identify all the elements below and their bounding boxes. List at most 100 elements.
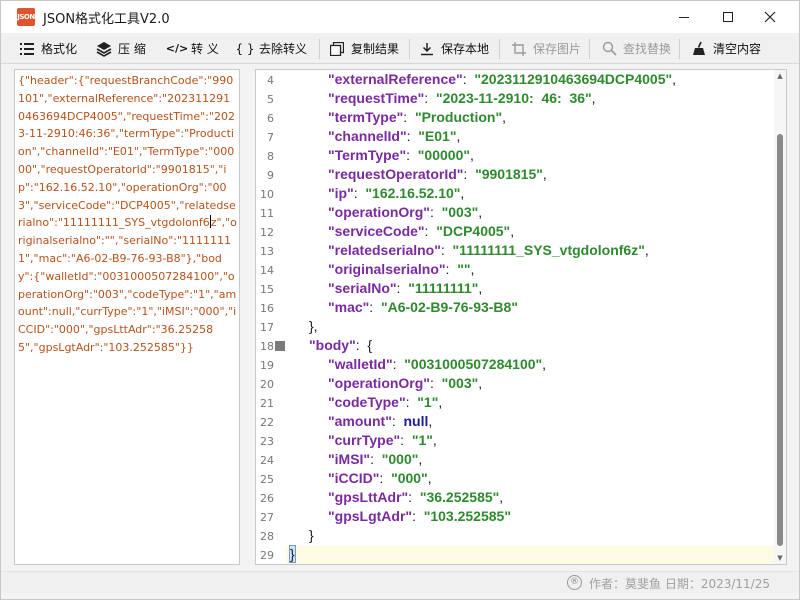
scroll-down-arrow-icon[interactable]: ▼ [774, 552, 786, 564]
line-number: 14 [260, 264, 274, 277]
scroll-up-arrow-icon[interactable]: ▲ [774, 70, 786, 82]
comma: , [542, 356, 547, 372]
clear-content-button[interactable]: 清空内容 [691, 37, 761, 60]
toolbar-separator [499, 39, 500, 59]
colon: : [379, 470, 392, 486]
comma: , [591, 90, 596, 106]
colon: : [462, 71, 475, 87]
line-number: 16 [260, 302, 274, 315]
line-number: 25 [260, 473, 274, 486]
code-line: "mac": "A6-02-B9-76-93-B8" [328, 299, 518, 318]
json-value: "DCP4005" [436, 223, 511, 239]
code-line: "ip": "162.16.52.10", [328, 185, 464, 204]
registered-icon: ® [567, 575, 582, 590]
json-value: "1" [417, 394, 439, 410]
maximize-button[interactable] [705, 1, 751, 33]
unescape-button[interactable]: { } 去除转义 [235, 37, 308, 60]
download-icon [419, 41, 435, 57]
window-title: JSON格式化工具V2.0 [43, 12, 170, 27]
find-replace-button[interactable]: 查找替换 [601, 37, 671, 60]
json-key: "body" [309, 337, 356, 353]
code-line: "amount": null, [328, 413, 432, 432]
line-number: 23 [260, 435, 274, 448]
toolbar-separator [319, 39, 320, 59]
minimize-button[interactable] [661, 1, 707, 33]
json-key: "operationOrg" [328, 375, 430, 391]
list-icon [19, 41, 35, 57]
code-line: "currType": "1", [328, 432, 437, 451]
clear-content-label: 清空内容 [713, 42, 762, 56]
json-value: "36.252585" [419, 489, 500, 505]
save-local-button[interactable]: 保存本地 [419, 37, 489, 60]
colon: : [400, 432, 412, 448]
comma: , [510, 223, 515, 239]
raw-json-text-after-caret: z","originalserialno":"","serialNo":"111… [18, 216, 237, 354]
colon: : [445, 261, 458, 277]
line-number: 24 [260, 454, 274, 467]
line-number: 7 [267, 131, 274, 144]
vertical-scrollbar[interactable]: ▲ ▼ [774, 70, 786, 564]
json-value: { [367, 337, 373, 353]
colon: : [406, 128, 419, 144]
comma: , [470, 261, 475, 277]
unescape-label: 去除转义 [259, 42, 308, 56]
minimize-icon [679, 16, 689, 18]
copy-result-button[interactable]: 复制结果 [329, 37, 399, 60]
save-image-button[interactable]: 保存图片 [511, 37, 581, 60]
line-number: 20 [260, 378, 274, 391]
scrollbar-thumb[interactable] [777, 134, 783, 546]
comma: , [428, 413, 433, 429]
line-number: 10 [260, 188, 274, 201]
app-window: JSON JSON格式化工具V2.0 格式化 压 缩 </> 转 义 { } 去… [0, 0, 800, 600]
code-line: "channelId": "E01", [328, 128, 460, 147]
toolbar-separator [589, 39, 590, 59]
colon: : [412, 508, 424, 524]
colon: : [392, 356, 405, 372]
copy-icon [329, 41, 345, 57]
line-number: 5 [267, 93, 274, 106]
json-key: "channelId" [328, 128, 407, 144]
json-value: "00000" [417, 147, 470, 163]
format-button[interactable]: 格式化 [19, 37, 77, 60]
comma: , [460, 185, 465, 201]
json-key: "amount" [328, 413, 392, 429]
raw-json-input[interactable]: {"header":{"requestBranchCode":"990101",… [14, 69, 240, 565]
line-number: 22 [260, 416, 274, 429]
json-value: "0031000507284100" [404, 356, 543, 372]
json-value: "1" [411, 432, 433, 448]
fold-marker-icon[interactable] [275, 341, 285, 351]
colon: : [405, 394, 418, 410]
app-logo-icon: JSON [17, 8, 35, 26]
colon: : [406, 147, 418, 163]
json-key: "operationOrg" [328, 204, 430, 220]
json-value: "A6-02-B9-76-93-B8" [380, 299, 518, 315]
line-number: 28 [260, 530, 274, 543]
json-key: "ip" [328, 185, 354, 201]
json-key: "gpsLttAdr" [328, 489, 409, 505]
json-key: "externalReference" [328, 71, 463, 87]
code-line: "externalReference": "2023112910463694DC… [328, 71, 676, 90]
compress-label: 压 缩 [118, 42, 146, 56]
code-line: }, [309, 318, 318, 337]
colon: : [429, 204, 442, 220]
formatted-json-editor[interactable]: 4 5 6 7 8 9 10 11 12 13 14 15 16 17 18 19 20 21 22 23 24 25 26… [255, 69, 787, 565]
colon: : [463, 166, 476, 182]
compress-button[interactable]: 压 缩 [96, 37, 146, 60]
code-line: } [289, 545, 296, 564]
code-line: "TermType": "00000", [328, 147, 474, 166]
code-line: "requestOperatorId": "9901815", [328, 166, 547, 185]
json-key: "termType" [328, 109, 404, 125]
line-number: 21 [260, 397, 274, 410]
close-button[interactable] [747, 1, 793, 33]
escape-button[interactable]: </> 转 义 [166, 37, 219, 60]
title-bar: JSON JSON格式化工具V2.0 [1, 1, 799, 33]
line-number: 29 [260, 549, 274, 562]
colon: : [429, 375, 442, 391]
matched-brace: } [289, 545, 296, 563]
code-line: "gpsLttAdr": "36.252585", [328, 489, 503, 508]
status-bar: ® 作者：莫斐鱼 日期：2023/11/25 [1, 571, 799, 593]
json-value: "000" [391, 470, 428, 486]
save-image-label: 保存图片 [533, 42, 582, 56]
json-value: "2023112910463694DCP4005" [474, 71, 673, 87]
comma: , [478, 280, 483, 296]
